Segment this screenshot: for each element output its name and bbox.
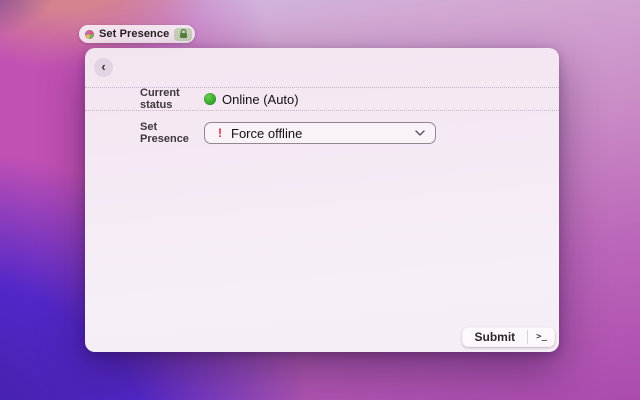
submit-button-group: Submit >_: [462, 327, 555, 347]
chevron-down-icon: [415, 130, 425, 136]
terminal-prompt-icon: >_: [536, 332, 547, 342]
presence-select[interactable]: ! Force offline: [204, 122, 436, 144]
chevron-left-icon: ‹: [101, 59, 106, 74]
lock-icon: [179, 29, 187, 38]
warning-icon: !: [218, 126, 222, 140]
desktop: { "tab": { "title": "Set Presence" }, "t…: [0, 0, 640, 400]
window-footer: Submit >_: [462, 327, 555, 347]
presence-selected-option: Force offline: [231, 125, 303, 141]
lock-badge: [174, 27, 193, 41]
app-icon: [85, 29, 94, 39]
online-status-icon: [204, 93, 216, 105]
submit-button[interactable]: Submit: [462, 327, 527, 347]
set-presence-window: ‹ Current status Online (Auto) Set Prese…: [85, 48, 559, 352]
window-toolbar: ‹: [85, 48, 559, 87]
terminal-button[interactable]: >_: [528, 327, 555, 347]
script-tab-title: Set Presence: [99, 28, 170, 40]
script-tab[interactable]: Set Presence: [79, 25, 196, 43]
set-presence-row: Set Presence ! Force offline: [85, 121, 559, 145]
current-status-row: Current status Online (Auto): [85, 87, 559, 111]
back-button[interactable]: ‹: [94, 58, 113, 77]
current-status-label: Current status: [140, 87, 180, 111]
set-presence-label: Set Presence: [140, 121, 189, 145]
current-status-text: Online (Auto): [222, 91, 299, 107]
current-status-value: Online (Auto): [204, 92, 299, 107]
